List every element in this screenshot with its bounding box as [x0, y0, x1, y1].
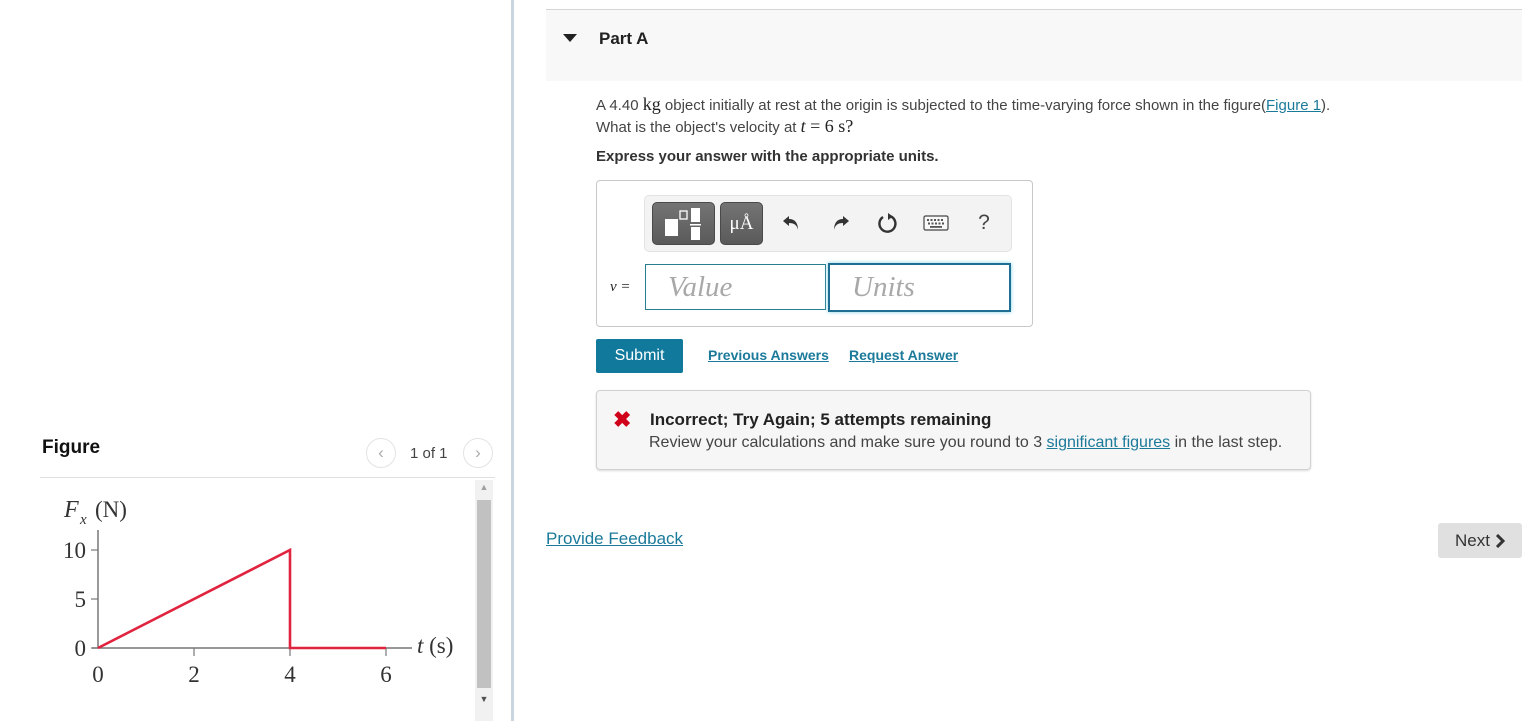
units-button[interactable]: μÅ	[720, 202, 763, 245]
x-axis-label-unit: (s)	[423, 633, 453, 658]
request-answer-link[interactable]: Request Answer	[849, 347, 958, 363]
figure-scrollbar[interactable]: ▲ ▼	[475, 480, 493, 721]
templates-icon	[665, 208, 701, 240]
question-text-pre: A 4.40	[596, 97, 643, 114]
chevron-left-icon: ‹	[378, 443, 384, 462]
y-axis-label-subscript: x	[79, 512, 87, 528]
part-title[interactable]: Part A	[599, 29, 648, 49]
force-series-line	[97, 547, 386, 650]
submit-button[interactable]: Submit	[596, 339, 683, 373]
chart-ticks: 0 5 10 0 2 4 6	[63, 538, 392, 687]
figure-next-button[interactable]: ›	[463, 438, 493, 468]
incorrect-x-icon: ✖	[613, 407, 632, 432]
caret-down-icon[interactable]	[563, 34, 577, 42]
chart-axes	[92, 530, 412, 649]
figure-title: Figure	[42, 437, 101, 458]
question-text-mid: object initially at rest at the origin i…	[660, 97, 1267, 114]
value-input[interactable]	[645, 264, 826, 310]
y-tick-label: 5	[75, 587, 87, 612]
feedback-text-post: in the last step.	[1170, 434, 1283, 451]
next-button-label: Next	[1455, 530, 1490, 550]
y-axis-label-unit: (N)	[95, 497, 127, 522]
y-tick-label: 10	[63, 538, 86, 563]
scroll-up-arrow-icon[interactable]: ▲	[475, 482, 493, 496]
significant-figures-link[interactable]: significant figures	[1047, 434, 1171, 451]
provide-feedback-link[interactable]: Provide Feedback	[546, 529, 683, 549]
units-input[interactable]	[828, 263, 1011, 312]
feedback-box	[596, 390, 1311, 470]
panel-divider[interactable]	[511, 0, 514, 721]
redo-button[interactable]	[825, 208, 855, 238]
chart-series	[97, 547, 386, 650]
x-tick-label: 0	[92, 662, 104, 687]
feedback-text-pre: Review your calculations and make sure y…	[649, 434, 1047, 451]
feedback-title: Incorrect; Try Again; 5 attempts remaini…	[650, 410, 992, 429]
part-header[interactable]	[546, 9, 1522, 81]
templates-button[interactable]	[652, 202, 715, 245]
y-tick-label: 0	[75, 636, 87, 661]
help-button[interactable]: ?	[969, 208, 999, 238]
reset-button[interactable]	[873, 208, 903, 238]
figure-divider	[40, 477, 495, 478]
y-axis-label: F	[63, 497, 79, 523]
question-line2: What is the object's velocity at	[596, 119, 801, 136]
feedback-text: Review your calculations and make sure y…	[649, 434, 1282, 452]
x-axis-label: t (s)	[417, 633, 453, 658]
x-tick-label: 6	[380, 662, 392, 687]
keyboard-icon	[923, 215, 949, 231]
chevron-right-icon	[1495, 533, 1505, 548]
units-icon: μÅ	[729, 212, 754, 234]
figure-pager-count: 1 of 1	[410, 445, 448, 462]
scrollbar-thumb[interactable]	[477, 500, 491, 688]
keyboard-button[interactable]	[921, 208, 951, 238]
x-tick-label: 2	[188, 662, 200, 687]
redo-icon	[834, 216, 849, 230]
variable-label: v =	[610, 279, 631, 296]
answer-instruction: Express your answer with the appropriate…	[596, 148, 939, 165]
figure-link[interactable]: Figure 1	[1266, 97, 1321, 114]
previous-answers-link[interactable]: Previous Answers	[708, 347, 829, 363]
chevron-right-icon: ›	[475, 443, 481, 462]
mass-unit: kg	[642, 94, 661, 114]
question-text-post: ).	[1321, 97, 1331, 114]
undo-button[interactable]	[777, 208, 807, 238]
question-text: A 4.40 kg object initially at rest at th…	[596, 94, 1456, 138]
figure-prev-button[interactable]: ‹	[366, 438, 396, 468]
scroll-down-arrow-icon[interactable]: ▼	[475, 694, 493, 708]
undo-icon	[783, 216, 798, 230]
x-tick-label: 4	[284, 662, 296, 687]
next-button[interactable]: Next	[1438, 523, 1522, 558]
question-math: t = 6 s?	[800, 116, 854, 136]
variable-label-text: v =	[610, 279, 631, 295]
reset-icon	[878, 213, 897, 233]
force-time-chart: 0 5 10 0 2 4 6 F x (N) t (s)	[63, 497, 453, 687]
